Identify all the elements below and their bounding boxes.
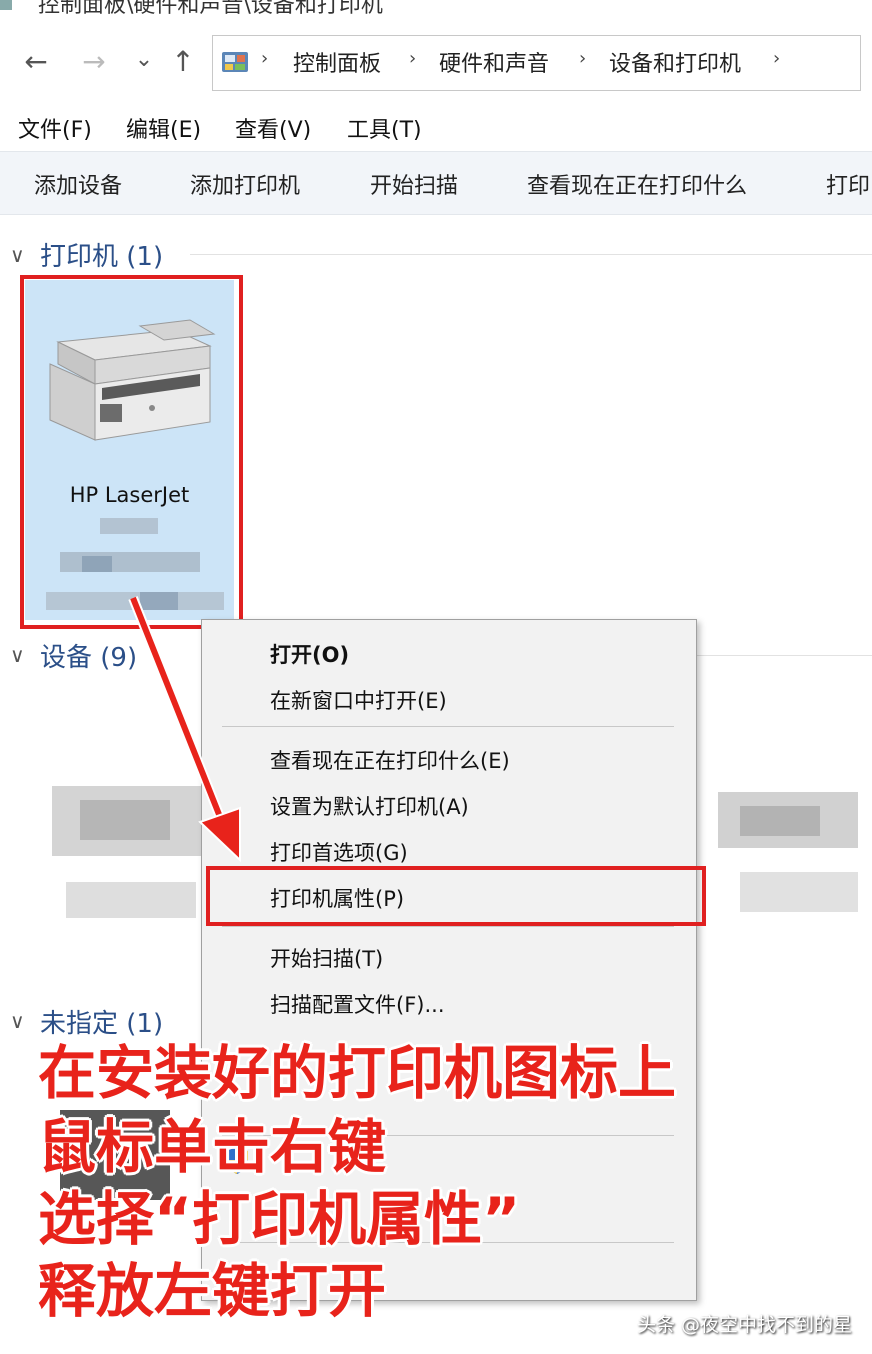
annotation-line-4: 释放左键打开 [38,1257,387,1325]
watermark: 头条 @夜空中找不到的星 [636,1314,852,1336]
annotation-line-1: 在安装好的打印机图标上 [38,1039,677,1107]
